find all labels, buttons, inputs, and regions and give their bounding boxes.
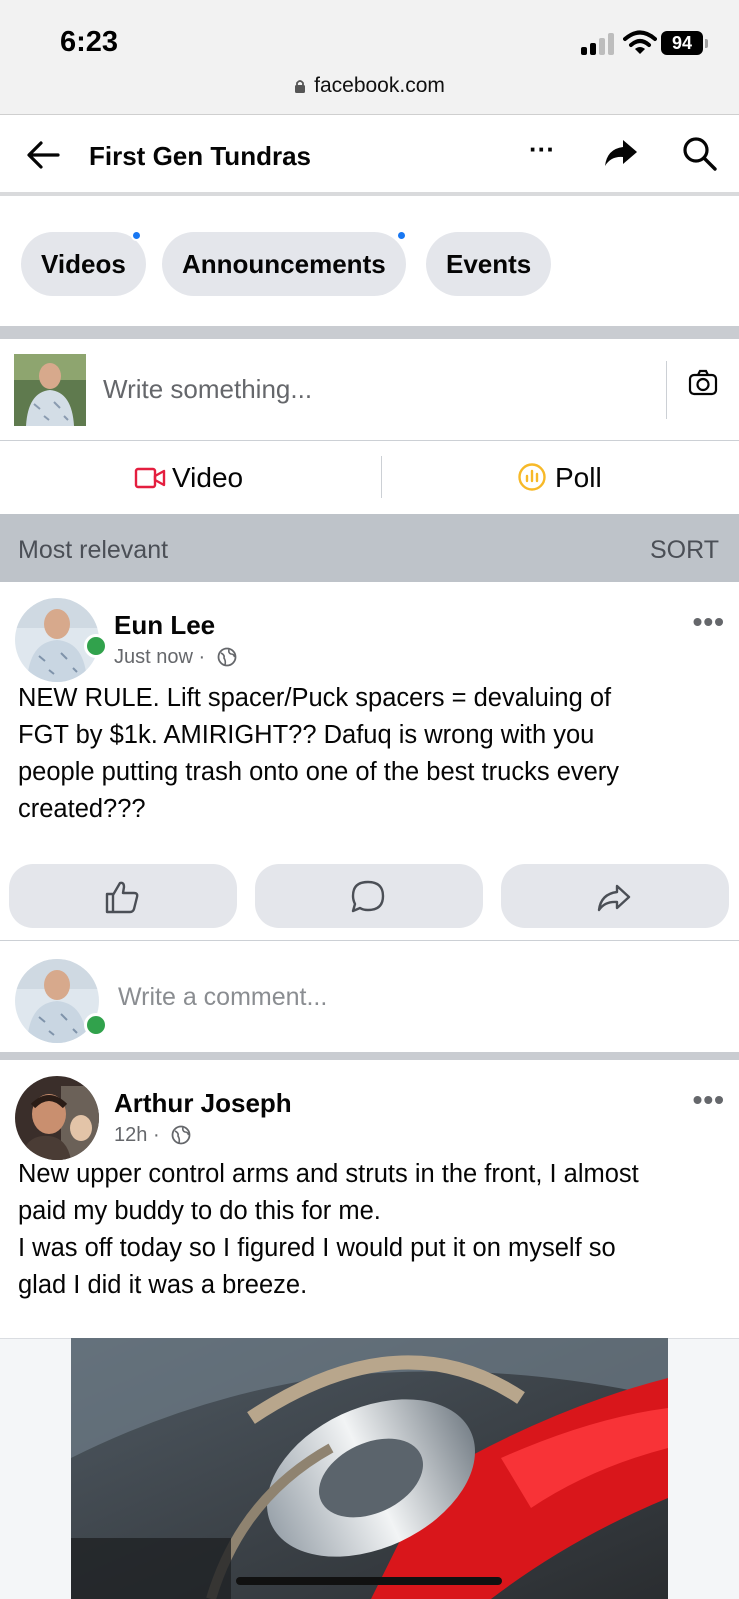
share-arrow-icon <box>597 884 631 912</box>
poll-icon <box>518 463 546 491</box>
video-button-label: Video <box>172 462 244 493</box>
lock-icon <box>295 80 306 93</box>
user-avatar[interactable] <box>14 354 86 426</box>
tab-videos-notification-dot <box>131 230 142 241</box>
tab-events-label: Events <box>446 249 532 279</box>
poll-button-label: Poll <box>555 462 602 493</box>
group-title[interactable]: First Gen Tundras <box>89 141 311 172</box>
meta-separator: · <box>198 646 206 668</box>
post-text-line: New upper control arms and struts in the… <box>18 1160 639 1188</box>
status-bar: 6:23 94 facebook.com <box>0 0 739 115</box>
post-composer: Write something... <box>0 339 739 441</box>
composer-divider <box>666 361 667 419</box>
sort-button[interactable]: SORT <box>650 536 719 565</box>
post-text-line: glad I did it was a breeze. <box>18 1271 308 1299</box>
post-photo[interactable] <box>71 1338 668 1599</box>
group-tabs: Videos Announcements Events <box>0 200 739 326</box>
post-card: Eun Lee Just now · ••• NEW RULE. Lift sp… <box>0 582 739 940</box>
globe-icon <box>217 647 237 667</box>
battery-indicator: 94 <box>661 31 703 55</box>
home-indicator <box>236 1577 502 1585</box>
search-icon[interactable] <box>680 134 718 172</box>
composer-actions: Video Poll <box>0 442 739 514</box>
poll-button[interactable]: Poll <box>517 442 602 514</box>
tab-videos-label: Videos <box>41 249 126 279</box>
globe-icon <box>171 1125 191 1145</box>
post-divider <box>0 1052 739 1060</box>
post-text: New upper control arms and struts in the… <box>18 1156 718 1304</box>
battery-tip <box>705 39 708 48</box>
author-avatar[interactable] <box>15 1076 99 1160</box>
like-button[interactable] <box>9 864 237 928</box>
meta-separator: · <box>152 1124 160 1146</box>
tab-announcements[interactable]: Announcements <box>162 232 406 296</box>
post-meta: Just now · <box>114 646 237 669</box>
tab-videos[interactable]: Videos <box>21 232 146 296</box>
section-divider <box>0 326 739 339</box>
cellular-signal-icon <box>581 33 615 55</box>
post-text-line: FGT by $1k. AMIRIGHT?? Dafuq is wrong wi… <box>18 721 595 749</box>
url-text: facebook.com <box>314 74 445 97</box>
sort-bar: Most relevant SORT <box>0 514 739 582</box>
post-meta: 12h · <box>114 1124 191 1147</box>
camera-icon[interactable] <box>687 367 719 399</box>
thumbs-up-icon <box>105 881 139 914</box>
post-options-icon[interactable]: ••• <box>693 606 725 638</box>
comment-button[interactable] <box>255 864 483 928</box>
post-text-line: paid my buddy to do this for me. <box>18 1197 381 1225</box>
write-comment-input[interactable]: Write a comment... <box>118 983 327 1012</box>
actions-divider <box>381 456 382 498</box>
share-icon[interactable] <box>602 134 640 172</box>
tab-announcements-label: Announcements <box>182 249 386 279</box>
comment-composer: Write a comment... <box>0 940 739 1052</box>
post-timestamp[interactable]: 12h <box>114 1124 147 1146</box>
status-time: 6:23 <box>60 26 119 58</box>
write-something-input[interactable]: Write something... <box>103 374 312 405</box>
post-text: NEW RULE. Lift spacer/Puck spacers = dev… <box>18 680 718 828</box>
post-text-line: people putting trash onto one of the bes… <box>18 758 620 786</box>
post-text-line: I was off today so I figured I would put… <box>18 1234 616 1262</box>
tab-announcements-notification-dot <box>396 230 407 241</box>
more-icon[interactable]: ··· <box>524 136 560 172</box>
sort-mode-label: Most relevant <box>18 536 169 564</box>
post-timestamp[interactable]: Just now <box>114 646 193 668</box>
share-button[interactable] <box>501 864 729 928</box>
post-options-icon[interactable]: ••• <box>693 1084 725 1116</box>
online-status-dot <box>84 634 108 658</box>
post-author-name[interactable]: Eun Lee <box>114 610 215 641</box>
comment-icon <box>351 880 385 913</box>
post-card: Arthur Joseph 12h · ••• New upper contro… <box>0 1060 739 1338</box>
video-button[interactable]: Video <box>134 442 243 514</box>
post-reactions-bar <box>0 864 739 928</box>
online-status-dot <box>84 1013 108 1037</box>
url-bar[interactable]: facebook.com <box>0 74 739 98</box>
group-header: First Gen Tundras ··· <box>0 116 739 196</box>
tab-events[interactable]: Events <box>426 232 552 296</box>
wifi-icon <box>623 30 657 54</box>
video-camera-icon <box>134 467 166 489</box>
post-author-name[interactable]: Arthur Joseph <box>114 1088 292 1119</box>
post-text-line: created??? <box>18 795 146 823</box>
post-text-line: NEW RULE. Lift spacer/Puck spacers = dev… <box>18 684 612 712</box>
arrow-left-icon[interactable] <box>24 136 62 174</box>
